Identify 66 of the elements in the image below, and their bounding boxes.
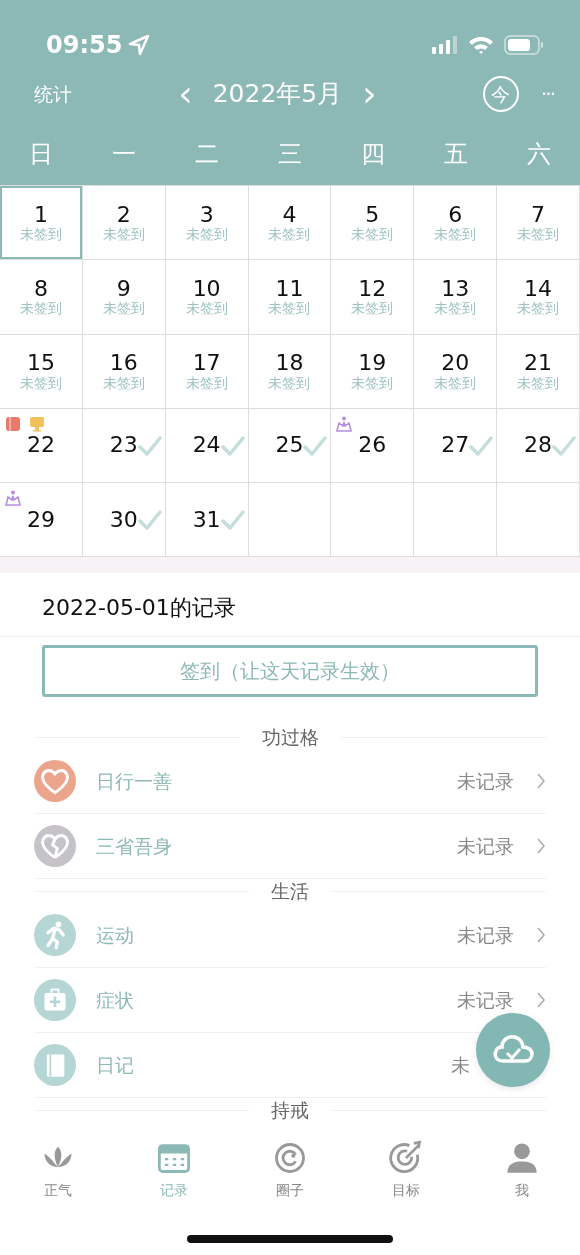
weekday-label: 五 — [442, 139, 469, 170]
calendar-day[interactable]: 17 未签到 — [165, 334, 249, 409]
wifi-icon — [468, 35, 494, 55]
weekday-label: 四 — [359, 139, 386, 170]
calendar-day[interactable]: 20 未签到 — [414, 334, 498, 409]
calendar-day[interactable]: 7 未签到 — [497, 186, 580, 261]
weekday-label: 六 — [525, 139, 552, 170]
chevron-icon[interactable] — [536, 926, 546, 945]
record-status: 未记录 — [457, 769, 514, 795]
weekday-label: 三 — [277, 139, 303, 170]
tab-item[interactable]: 正气 — [23, 1130, 93, 1255]
calendar-day[interactable]: 15 未签到 — [0, 334, 83, 409]
tab-item[interactable]: 目标 — [371, 1130, 441, 1255]
calendar-day[interactable]: 5 未签到 — [331, 186, 415, 261]
calendar-day[interactable]: 1 未签到 — [0, 186, 83, 261]
calendar-day[interactable]: 8 未签到 — [0, 260, 83, 335]
tab-item[interactable]: 我 — [487, 1130, 557, 1255]
person-icon — [504, 1140, 540, 1176]
record-status: 未记录 — [457, 834, 514, 860]
calendar-day[interactable]: 9 未签到 — [82, 260, 166, 335]
record-status: 未记录 — [457, 923, 514, 949]
record-status: 未 — [451, 1053, 470, 1079]
calendar-day[interactable]: 21 未签到 — [497, 334, 580, 409]
target-icon — [388, 1140, 424, 1176]
calendar-day[interactable]: 10 未签到 — [165, 260, 249, 335]
weekday-label: 一 — [111, 139, 138, 170]
battery-icon — [504, 35, 544, 55]
calendar-day[interactable]: 19 未签到 — [331, 334, 415, 409]
section-title: 功过格 — [260, 725, 320, 751]
calendar-day[interactable]: 24 — [165, 408, 249, 484]
monitor-icon — [28, 414, 46, 433]
clock: 09:55 — [46, 30, 123, 61]
calendar-day[interactable]: 13 未签到 — [414, 260, 498, 335]
section-title: 持戒 — [270, 1098, 310, 1124]
calendar-day[interactable]: 18 未签到 — [248, 334, 332, 409]
chevron-icon[interactable] — [536, 837, 546, 856]
weekday-label: 日 — [28, 139, 55, 170]
section-title: 生活 — [270, 879, 310, 905]
calendar-day[interactable]: 28 — [497, 408, 580, 484]
calendar-day[interactable]: 22 — [0, 408, 83, 484]
meditation-icon — [4, 489, 22, 508]
calendar-day[interactable]: 2 未签到 — [82, 186, 166, 261]
calendar-day[interactable]: 3 未签到 — [165, 186, 249, 261]
calendar-day[interactable]: 23 — [82, 408, 166, 484]
calendar-day[interactable]: 11 未签到 — [248, 260, 332, 335]
record-status: 未记录 — [457, 988, 514, 1014]
calendar-day[interactable]: 12 未签到 — [331, 260, 415, 335]
chevron-icon[interactable] — [536, 991, 546, 1010]
record-title: 2022-05-01的记录 — [0, 573, 580, 638]
calendar-day[interactable]: 26 — [331, 408, 415, 484]
month-title: 2022年5月 — [212, 78, 343, 111]
calendar-day[interactable]: 6 未签到 — [414, 186, 498, 261]
tab-item[interactable]: 圈子 — [255, 1130, 325, 1255]
calendar-day[interactable]: 4 未签到 — [248, 186, 332, 261]
ring-icon — [272, 1140, 308, 1176]
calendar-day[interactable]: 25 — [248, 408, 332, 484]
location-arrow-icon — [128, 34, 151, 56]
calendar-day[interactable]: 27 — [414, 408, 498, 484]
calendar-day[interactable]: 16 未签到 — [82, 334, 166, 409]
book-icon — [4, 414, 22, 433]
calendar-day[interactable]: 14 未签到 — [497, 260, 580, 335]
meditation-icon — [335, 414, 354, 433]
weekday-label: 二 — [194, 139, 221, 170]
signal-icon — [432, 36, 458, 54]
cloud-sync-button[interactable] — [476, 1013, 550, 1087]
chevron-icon[interactable] — [536, 772, 546, 791]
